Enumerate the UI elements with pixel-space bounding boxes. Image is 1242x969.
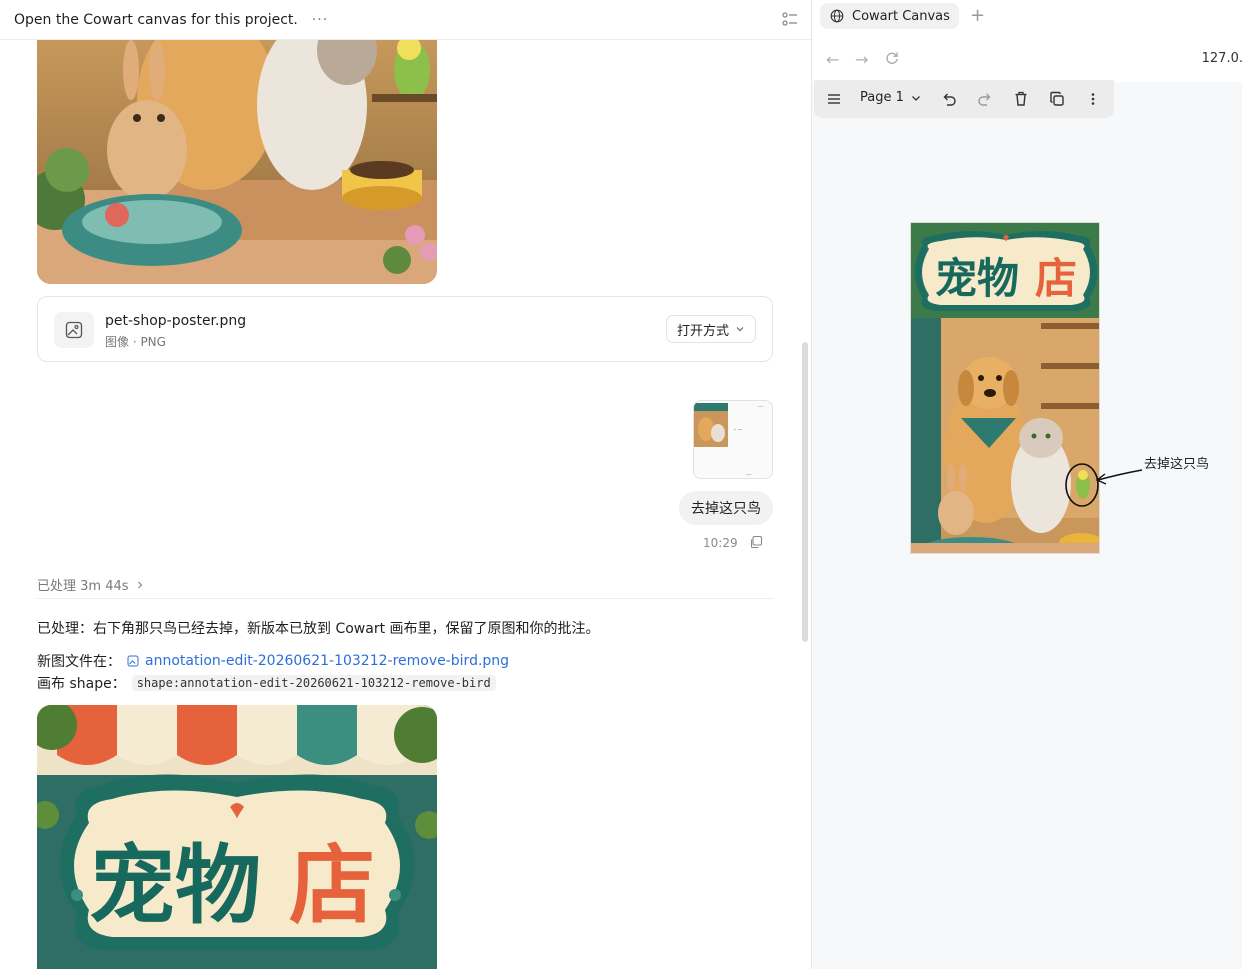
chat-pane: Open the Cowart canvas for this project.… (0, 0, 811, 969)
image-link-icon (127, 655, 139, 667)
canvas-toolbar: Page 1 (814, 80, 1114, 118)
edited-poster-image-preview[interactable]: 宠物 店 (37, 705, 437, 969)
more-vertical-icon[interactable] (1083, 89, 1103, 109)
browser-pane: Cowart Canvas + ← → 127.0. Page 1 宠物 店 去… (811, 0, 1242, 969)
canvas-sign-right-text: 店 (1035, 254, 1077, 303)
open-with-label: 打开方式 (676, 323, 729, 339)
task-list-icon[interactable] (781, 10, 799, 28)
canvas-poster-shape[interactable]: 宠物 店 (910, 222, 1100, 554)
copy-icon[interactable] (749, 535, 763, 549)
menu-icon[interactable] (824, 89, 844, 109)
redo-icon[interactable] (975, 89, 995, 109)
processed-label: 已处理 3m 44s (37, 579, 129, 594)
pet-shop-image-preview[interactable] (37, 40, 437, 284)
annotation-label[interactable]: 去掉这只鸟 (1144, 453, 1209, 472)
chevron-down-icon (736, 327, 744, 332)
globe-icon (830, 9, 844, 23)
processed-summary-toggle[interactable]: 已处理 3m 44s (37, 575, 145, 594)
browser-tab-cowart-canvas[interactable]: Cowart Canvas (820, 3, 959, 29)
new-file-link[interactable]: annotation-edit-20260621-103212-remove-b… (145, 653, 509, 669)
trash-icon[interactable] (1011, 89, 1031, 109)
chat-title: Open the Cowart canvas for this project. (14, 11, 298, 28)
chat-scroll-area[interactable]: pet-shop-poster.png 图像 · PNG 打开方式 - ·-· … (0, 40, 811, 969)
duplicate-icon[interactable] (1047, 89, 1067, 109)
reload-icon[interactable] (885, 51, 899, 65)
chat-scrollbar[interactable] (802, 342, 808, 642)
attachment-card[interactable]: pet-shop-poster.png 图像 · PNG 打开方式 (37, 296, 773, 362)
shape-label: 画布 shape： (37, 676, 126, 692)
open-with-button[interactable]: 打开方式 (665, 315, 756, 343)
new-file-label: 新图文件在： (37, 654, 121, 670)
new-file-line: 新图文件在： annotation-edit-20260621-103212-r… (37, 651, 509, 671)
page-label: Page 1 (860, 90, 904, 105)
back-arrow-icon[interactable]: ← (826, 50, 839, 69)
user-message-bubble: 去掉这只鸟 (679, 491, 773, 525)
attachment-file-type: 图像 · PNG (105, 335, 166, 349)
chat-header: Open the Cowart canvas for this project.… (0, 0, 811, 40)
browser-tab-strip: Cowart Canvas + (812, 0, 1242, 34)
annotated-image-thumbnail[interactable]: - ·-· ··· ··· (693, 400, 773, 479)
canvas-sign-left-text: 宠物 (935, 254, 1019, 303)
poster-sign-left-text: 宠物 (89, 836, 261, 936)
undo-icon[interactable] (939, 89, 959, 109)
url-bar[interactable]: 127.0. (1202, 51, 1242, 66)
browser-nav-bar: ← → 127.0. (812, 34, 1242, 82)
poster-sign-right-text: 店 (289, 836, 375, 936)
chevron-down-icon (911, 95, 920, 101)
attachment-file-name: pet-shop-poster.png (105, 313, 247, 329)
image-file-icon (54, 312, 94, 348)
svg-text:···: ··· (758, 404, 764, 411)
page-selector[interactable]: Page 1 (860, 90, 922, 105)
forward-arrow-icon[interactable]: → (855, 50, 868, 69)
chevron-right-icon (137, 581, 142, 588)
assistant-response-text: 已处理：右下角那只鸟已经去掉，新版本已放到 Cowart 画布里，保留了原图和你… (37, 621, 600, 637)
svg-text:···: ··· (746, 472, 752, 479)
app-window: Open the Cowart canvas for this project.… (0, 0, 1242, 969)
message-timestamp: 10:29 (703, 536, 738, 550)
shape-id-code: shape:annotation-edit-20260621-103212-re… (131, 675, 496, 691)
svg-text:- ·-·: - ·-· (734, 427, 743, 433)
more-options-button[interactable]: ··· (312, 12, 328, 28)
tab-title: Cowart Canvas (852, 8, 950, 24)
divider (37, 598, 773, 599)
new-tab-button[interactable]: + (970, 5, 985, 26)
shape-line: 画布 shape： shape:annotation-edit-20260621… (37, 673, 496, 693)
